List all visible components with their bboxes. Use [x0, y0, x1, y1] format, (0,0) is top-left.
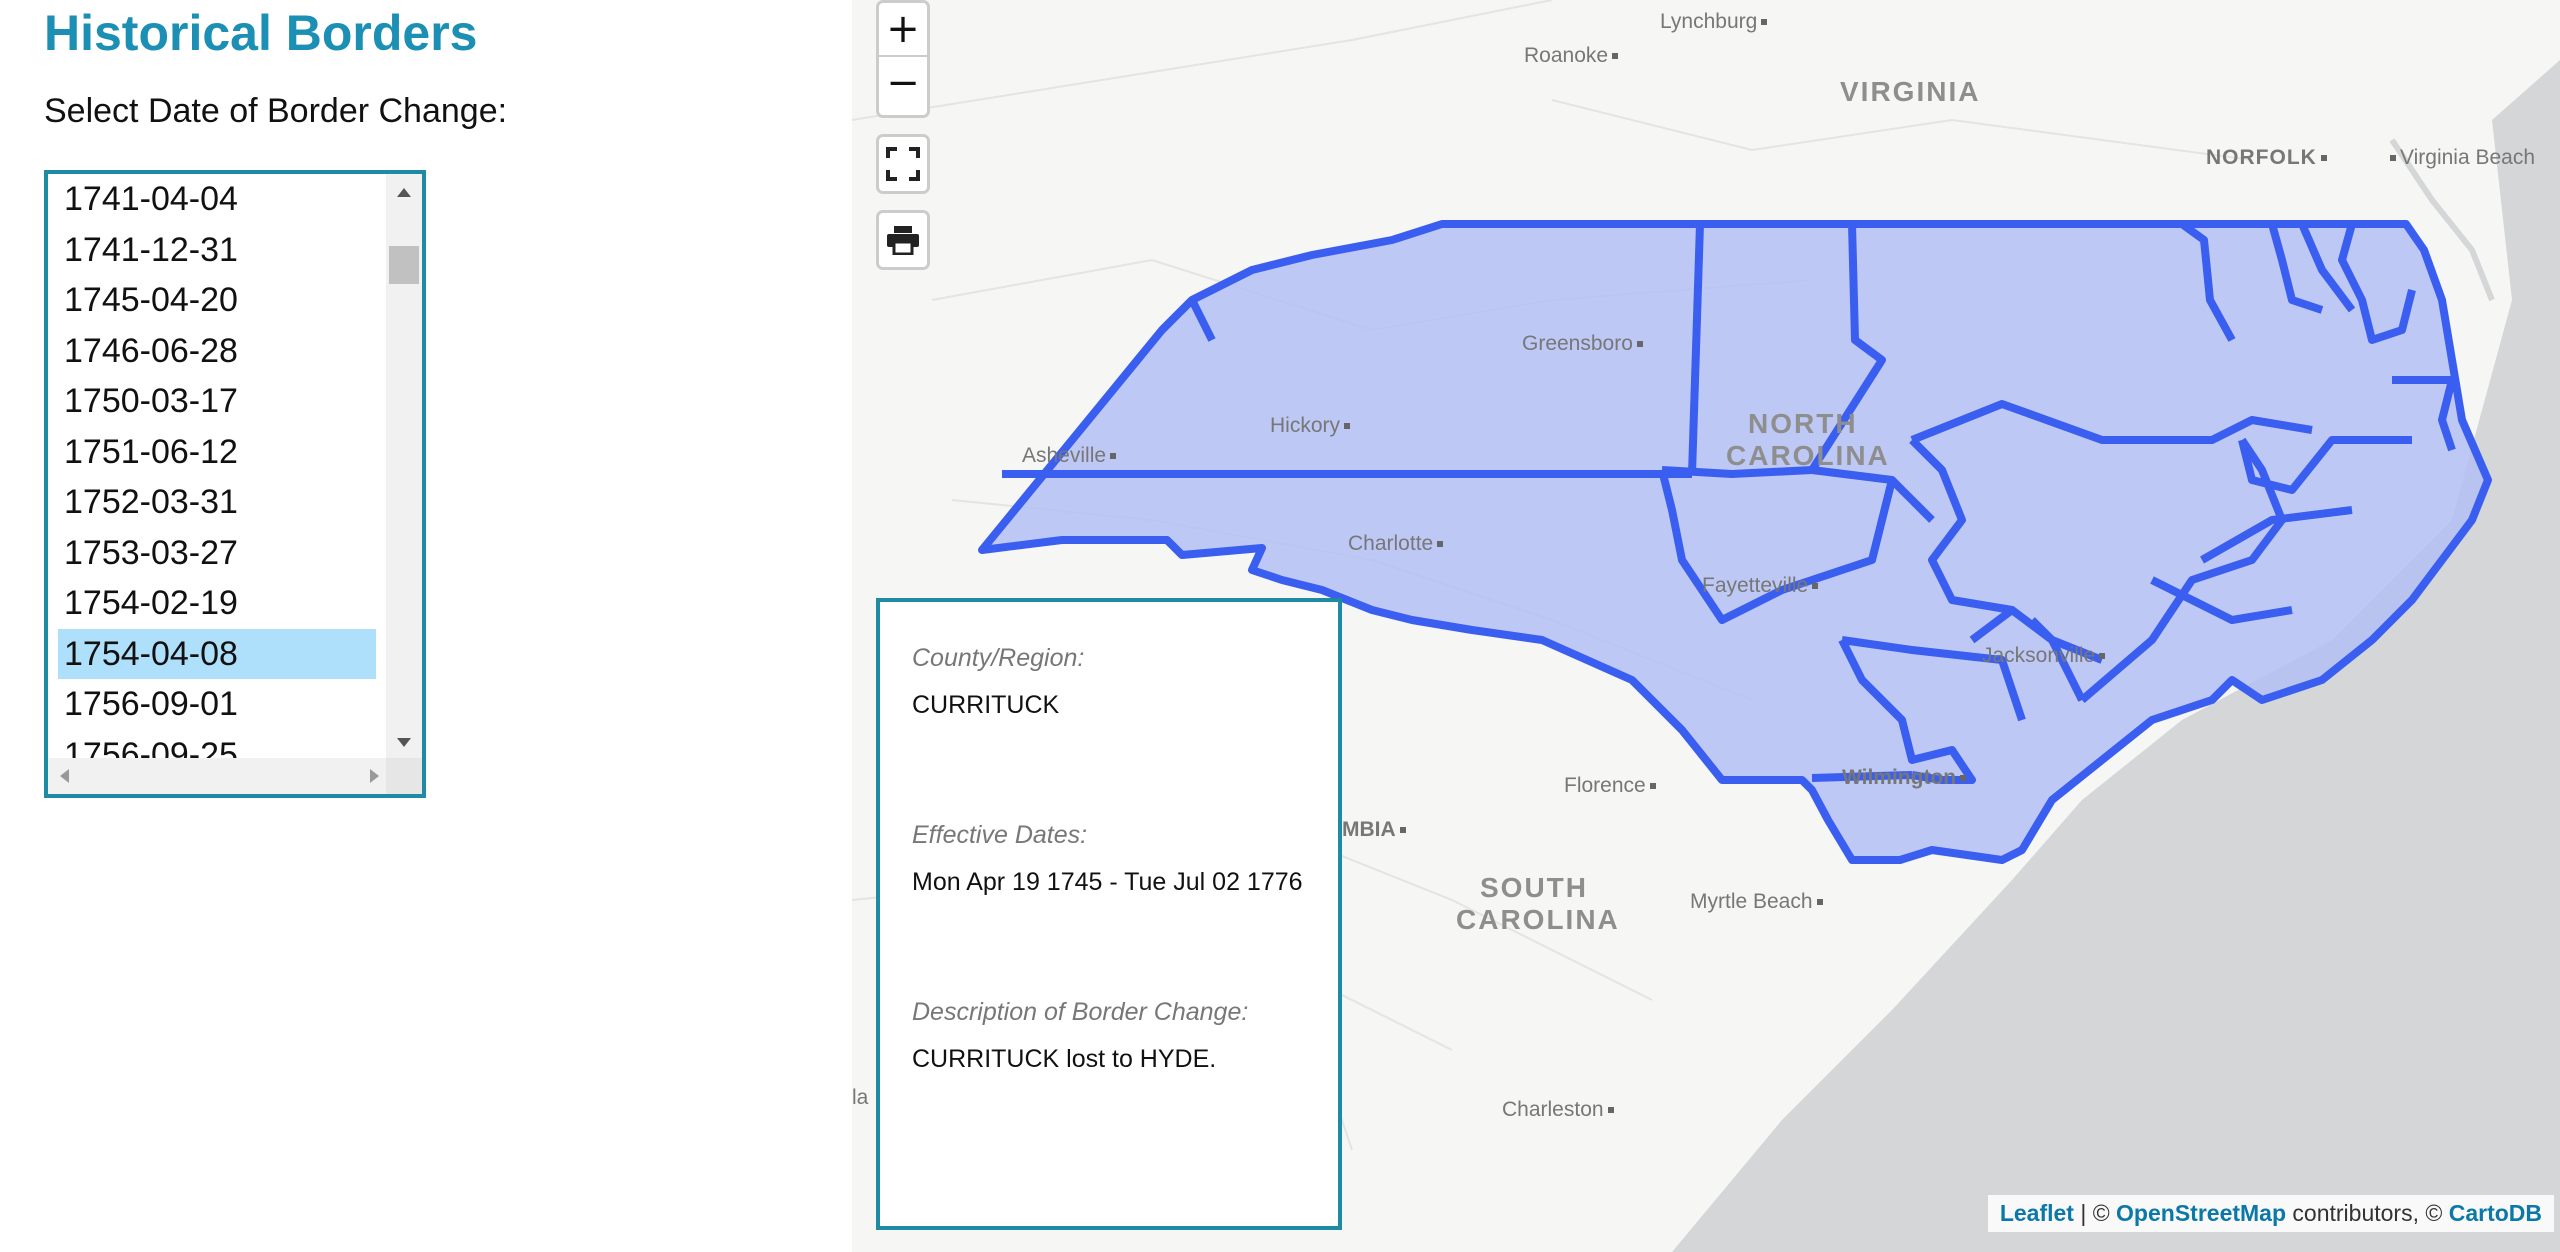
date-option[interactable]: 1750-03-17 — [58, 376, 376, 427]
attribution-contributors: contributors, © — [2286, 1200, 2449, 1226]
date-option[interactable]: 1756-09-01 — [58, 679, 376, 730]
region-label: SOUTH — [1480, 872, 1588, 903]
date-listbox[interactable]: 1741-04-04 1741-12-31 1745-04-20 1746-06-28… — [44, 170, 426, 798]
city-label: Lynchburg — [1660, 10, 1768, 34]
zoom-control: + − — [876, 0, 930, 118]
city-label: NORFOLK — [2206, 146, 2327, 170]
printer-icon — [879, 213, 927, 267]
zoom-out-button[interactable]: − — [879, 55, 927, 109]
date-option[interactable]: 1751-06-12 — [58, 427, 376, 478]
osm-link[interactable]: OpenStreetMap — [2116, 1200, 2286, 1226]
date-option[interactable]: 1752-03-31 — [58, 477, 376, 528]
cartodb-link[interactable]: CartoDB — [2449, 1200, 2542, 1226]
description-value: CURRITUCK lost to HYDE. — [912, 1045, 1217, 1073]
scroll-down-arrow-icon[interactable] — [386, 726, 422, 762]
date-select-label: Select Date of Border Change: — [44, 92, 508, 130]
scrollbar-corner — [386, 758, 422, 794]
region-label: CAROLINA — [1726, 440, 1890, 471]
city-label: Greensboro — [1522, 332, 1643, 356]
county-label: County/Region: — [912, 644, 1085, 672]
city-label: Wilmington — [1842, 766, 1967, 790]
date-option[interactable]: 1754-02-19 — [58, 578, 376, 629]
zoom-in-button[interactable]: + — [879, 3, 927, 55]
city-label: Roanoke — [1524, 44, 1619, 68]
city-label: Asheville — [1022, 444, 1117, 468]
vertical-scrollbar[interactable] — [386, 174, 422, 762]
city-label: Fayetteville — [1702, 574, 1819, 598]
scroll-up-arrow-icon[interactable] — [386, 174, 422, 210]
date-list-items: 1741-04-04 1741-12-31 1745-04-20 1746-06-28… — [58, 174, 422, 780]
county-value: CURRITUCK — [912, 691, 1060, 719]
date-option[interactable]: 1746-06-28 — [58, 326, 376, 377]
city-label: Florence — [1564, 774, 1656, 798]
map-view[interactable]: Lynchburg Roanoke NORFOLK Virginia Beach… — [852, 0, 2560, 1252]
fullscreen-icon — [879, 137, 927, 191]
city-label: MBIA — [1342, 818, 1406, 842]
region-label: VIRGINIA — [1840, 76, 1981, 107]
city-label: Jacksonville — [1982, 644, 2106, 668]
date-option[interactable]: 1741-04-04 — [58, 174, 376, 225]
region-label: NORTH — [1748, 408, 1858, 439]
date-option[interactable]: 1741-12-31 — [58, 225, 376, 276]
date-option[interactable]: 1745-04-20 — [58, 275, 376, 326]
description-label: Description of Border Change: — [912, 998, 1249, 1026]
page-title: Historical Borders — [44, 5, 478, 61]
city-label: la — [852, 1086, 869, 1109]
city-label: Myrtle Beach — [1690, 890, 1823, 914]
print-button[interactable] — [876, 210, 930, 270]
city-label: Virginia Beach — [2390, 146, 2535, 170]
scrollbar-thumb[interactable] — [389, 246, 419, 284]
dates-label: Effective Dates: — [912, 821, 1088, 849]
fullscreen-button[interactable] — [876, 134, 930, 194]
date-option[interactable]: 1754-04-08 — [58, 628, 376, 679]
attribution-separator: | © — [2073, 1200, 2117, 1226]
dates-value: Mon Apr 19 1745 - Tue Jul 02 1776 — [912, 868, 1303, 896]
city-label: Hickory — [1270, 414, 1351, 438]
horizontal-scrollbar[interactable] — [48, 758, 422, 794]
date-option[interactable]: 1753-03-27 — [58, 528, 376, 579]
region-label: CAROLINA — [1456, 904, 1620, 935]
map-attribution: Leaflet | © OpenStreetMap contributors, … — [1987, 1195, 2554, 1232]
info-panel: County/Region: CURRITUCK Effective Dates… — [876, 598, 1342, 1230]
leaflet-link[interactable]: Leaflet — [2000, 1200, 2074, 1226]
city-label: Charlotte — [1348, 532, 1444, 556]
city-label: Charleston — [1502, 1098, 1614, 1122]
